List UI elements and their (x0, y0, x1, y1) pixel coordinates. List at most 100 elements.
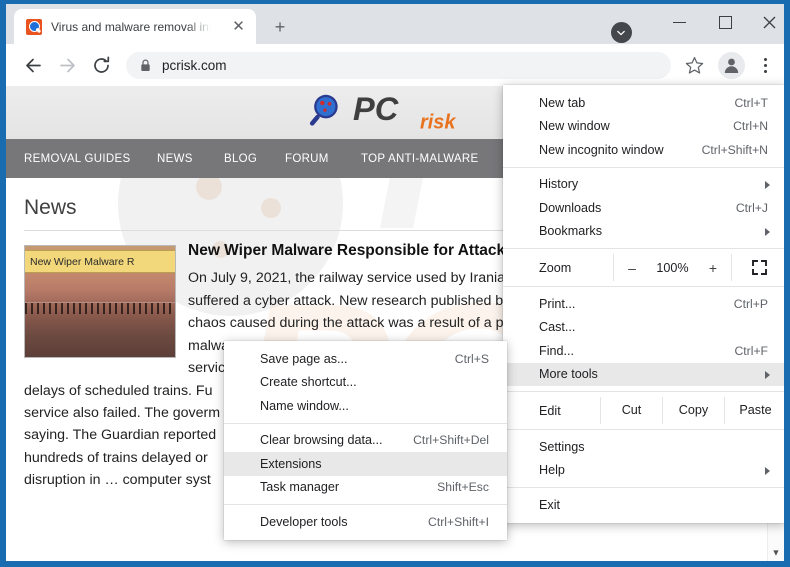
menu-item-label: Bookmarks (539, 224, 784, 238)
dot (764, 64, 767, 67)
menu-separator (503, 487, 784, 488)
submenu-item-create-shortcut[interactable]: Create shortcut... (224, 371, 507, 395)
lock-icon (140, 59, 151, 72)
menu-separator (503, 429, 784, 430)
menu-item-settings[interactable]: Settings (503, 435, 784, 459)
reload-button[interactable] (88, 52, 115, 79)
zoom-in-button[interactable]: + (695, 260, 731, 276)
edit-paste-button[interactable]: Paste (724, 397, 784, 424)
submenu-arrow-icon (765, 228, 770, 236)
menu-item-shortcut: Ctrl+Shift+N (702, 143, 784, 157)
edit-copy-button[interactable]: Copy (662, 397, 724, 424)
close-icon (763, 16, 776, 29)
close-tab-icon[interactable]: ✕ (230, 18, 247, 35)
excerpt-line: saying. The Guardian reported (24, 427, 216, 443)
browser-window-frame: Virus and malware removal instr ✕ + (0, 0, 790, 567)
menu-separator (503, 286, 784, 287)
nav-item-news[interactable]: NEWS (157, 153, 193, 165)
menu-item-shortcut: Ctrl+Shift+I (428, 515, 507, 529)
excerpt-line: service also failed. The goverm (24, 405, 220, 421)
menu-item-shortcut: Ctrl+N (733, 119, 784, 133)
more-tools-submenu: Save page as... Ctrl+S Create shortcut..… (224, 341, 507, 540)
excerpt-line: suffered a cyber attack. New research pu… (188, 293, 510, 309)
nav-item-blog[interactable]: BLOG (224, 153, 257, 165)
minimize-icon (673, 22, 686, 23)
submenu-arrow-icon (765, 371, 770, 379)
article-thumbnail[interactable]: New Wiper Malware R (24, 245, 176, 358)
bookmark-star-icon[interactable] (682, 53, 707, 78)
menu-item-new-window[interactable]: New window Ctrl+N (503, 115, 784, 139)
excerpt-line: On July 9, 2021, the railway service use… (188, 270, 505, 286)
menu-item-print[interactable]: Print... Ctrl+P (503, 292, 784, 316)
profile-avatar[interactable] (718, 52, 745, 79)
excerpt-line: delays of scheduled trains. Fu (24, 383, 212, 399)
window-maximize-button[interactable] (702, 7, 747, 37)
menu-item-label: Exit (539, 498, 784, 512)
menu-item-new-incognito-window[interactable]: New incognito window Ctrl+Shift+N (503, 138, 784, 162)
reload-icon (91, 55, 112, 76)
menu-item-label: Name window... (260, 399, 489, 413)
zoom-out-button[interactable]: – (614, 260, 650, 276)
menu-item-cast[interactable]: Cast... (503, 316, 784, 340)
edit-label: Edit (539, 404, 600, 418)
zoom-label: Zoom (539, 261, 613, 275)
nav-item-forum[interactable]: FORUM (285, 153, 329, 165)
submenu-item-task-manager[interactable]: Task manager Shift+Esc (224, 476, 507, 500)
edit-cut-button[interactable]: Cut (600, 397, 662, 424)
menu-item-shortcut: Shift+Esc (437, 480, 507, 494)
menu-item-help[interactable]: Help (503, 459, 784, 483)
back-button[interactable] (20, 52, 47, 79)
menu-item-label: New tab (539, 96, 734, 110)
menu-separator (503, 248, 784, 249)
address-bar[interactable]: pcrisk.com (126, 52, 671, 79)
submenu-item-clear-browsing-data[interactable]: Clear browsing data... Ctrl+Shift+Del (224, 429, 507, 453)
window-close-button[interactable] (747, 7, 784, 37)
menu-item-label: Create shortcut... (260, 375, 489, 389)
chevron-down-icon (617, 29, 625, 37)
menu-item-new-tab[interactable]: New tab Ctrl+T (503, 91, 784, 115)
nav-item-top-anti-malware[interactable]: TOP ANTI-MALWARE (361, 153, 478, 165)
new-tab-button[interactable]: + (268, 15, 292, 39)
menu-item-label: Cast... (539, 320, 768, 334)
dot (764, 70, 767, 73)
menu-item-shortcut: Ctrl+J (736, 201, 784, 215)
svg-text:risk: risk (420, 111, 456, 132)
menu-item-more-tools[interactable]: More tools (503, 363, 784, 387)
browser-window: Virus and malware removal instr ✕ + (6, 4, 784, 561)
menu-item-edit: Edit Cut Copy Paste (503, 397, 784, 424)
submenu-item-name-window[interactable]: Name window... (224, 394, 507, 418)
menu-item-find[interactable]: Find... Ctrl+F (503, 339, 784, 363)
menu-item-label: Find... (539, 344, 734, 358)
fullscreen-icon (752, 260, 767, 275)
thumbnail-banner-text: New Wiper Malware R (25, 250, 175, 273)
menu-item-history[interactable]: History (503, 173, 784, 197)
fullscreen-button[interactable] (731, 254, 784, 281)
menu-item-label: Task manager (260, 480, 437, 494)
submenu-item-developer-tools[interactable]: Developer tools Ctrl+Shift+I (224, 510, 507, 534)
menu-separator (224, 423, 507, 424)
menu-item-bookmarks[interactable]: Bookmarks (503, 220, 784, 244)
lock-glyph (140, 59, 151, 72)
excerpt-line: chaos caused during the attack was a res… (188, 315, 507, 331)
menu-item-downloads[interactable]: Downloads Ctrl+J (503, 196, 784, 220)
submenu-item-extensions[interactable]: Extensions (224, 452, 507, 476)
menu-item-label: Clear browsing data... (260, 433, 413, 447)
menu-item-label: New incognito window (539, 143, 702, 157)
back-arrow-icon (23, 55, 44, 76)
menu-item-exit[interactable]: Exit (503, 493, 784, 517)
scroll-down-button[interactable]: ▼ (768, 545, 784, 561)
menu-item-label: Extensions (260, 457, 489, 471)
pcrisk-logo: PC risk (306, 92, 496, 132)
excerpt-line: disruption in … computer syst (24, 472, 211, 488)
tab-search-icon[interactable] (611, 22, 632, 43)
menu-item-label: New window (539, 119, 733, 133)
menu-item-label: Print... (539, 297, 734, 311)
dot (764, 58, 767, 61)
browser-tab[interactable]: Virus and malware removal instr ✕ (14, 9, 256, 44)
menu-item-label: Settings (539, 440, 784, 454)
submenu-item-save-page-as[interactable]: Save page as... Ctrl+S (224, 347, 507, 371)
nav-item-removal-guides[interactable]: REMOVAL GUIDES (24, 153, 130, 165)
window-minimize-button[interactable] (657, 7, 702, 37)
three-dot-menu-button[interactable] (754, 52, 778, 79)
menu-separator (503, 391, 784, 392)
